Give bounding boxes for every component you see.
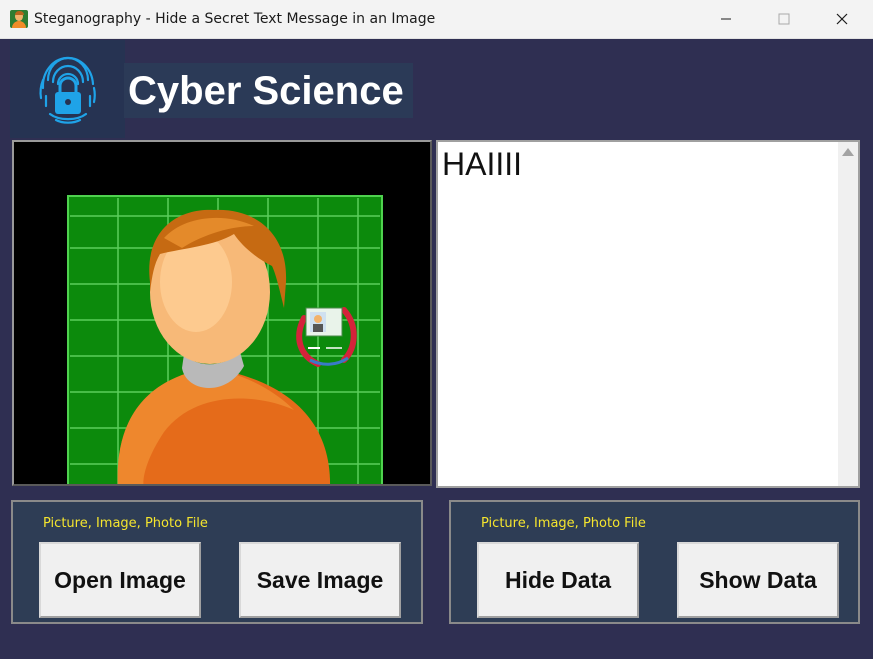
save-image-button[interactable]: Save Image [239, 542, 401, 618]
minimize-button[interactable] [697, 0, 755, 38]
secret-message-text: HAIIII [442, 146, 523, 182]
maximize-button[interactable] [755, 0, 813, 38]
app-window: Steganography - Hide a Secret Text Messa… [0, 0, 873, 659]
hide-data-button[interactable]: Hide Data [477, 542, 639, 618]
app-icon [10, 10, 28, 28]
close-button[interactable] [813, 0, 871, 38]
show-data-button[interactable]: Show Data [677, 542, 839, 618]
fingerprint-lock-icon [39, 56, 96, 124]
textbox-scrollbar[interactable] [838, 142, 858, 486]
brand-title: Cyber Science [128, 69, 404, 113]
image-controls-frame: Picture, Image, Photo File Open Image Sa… [11, 500, 423, 624]
loaded-picture [14, 142, 430, 484]
scroll-up-arrow-icon[interactable] [842, 148, 854, 156]
data-controls-label: Picture, Image, Photo File [481, 516, 646, 531]
title-bar: Steganography - Hide a Secret Text Messa… [0, 0, 873, 39]
image-controls-label: Picture, Image, Photo File [43, 516, 208, 531]
maximize-icon [778, 13, 790, 25]
image-preview [12, 140, 432, 486]
close-icon [836, 13, 848, 25]
open-image-button[interactable]: Open Image [39, 542, 201, 618]
minimize-icon [721, 18, 731, 20]
secret-message-textbox[interactable]: HAIIII [436, 140, 860, 488]
window-title: Steganography - Hide a Secret Text Messa… [34, 11, 436, 27]
logo [10, 40, 125, 138]
data-controls-frame: Picture, Image, Photo File Hide Data Sho… [449, 500, 860, 624]
